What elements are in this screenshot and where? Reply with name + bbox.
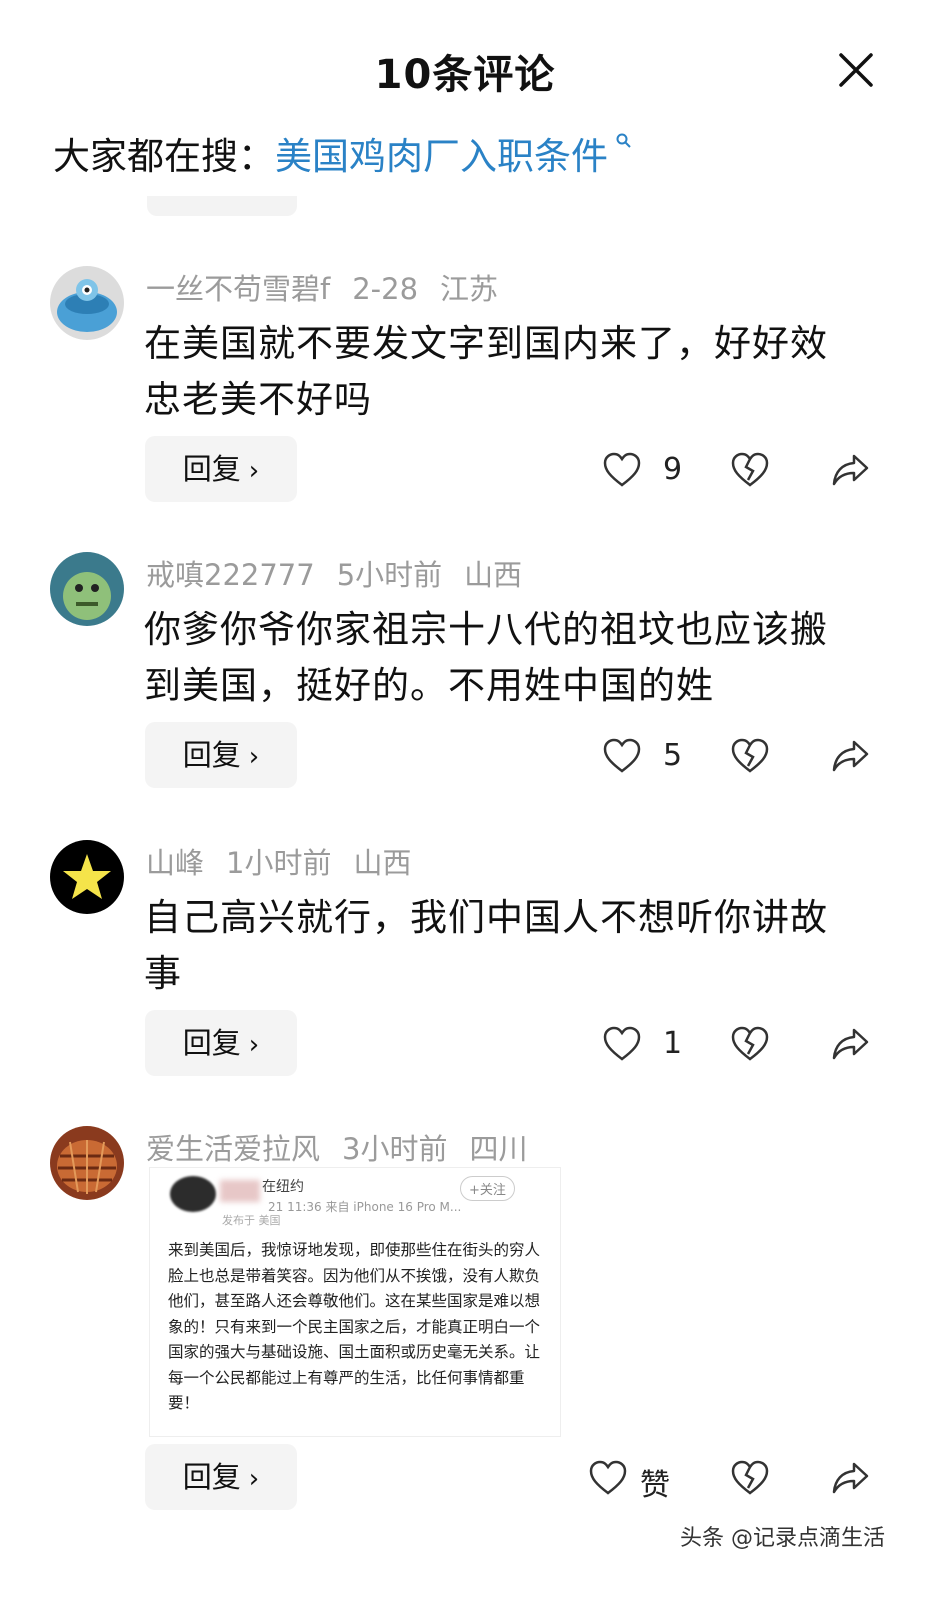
embedded-avatar — [170, 1176, 216, 1212]
username[interactable]: 戒嗔222777 — [146, 558, 315, 592]
comment-text: 在美国就不要发文字到国内来了，好好效忠老美不好吗 — [144, 322, 828, 421]
heart-icon[interactable] — [602, 1024, 642, 1064]
heart-icon[interactable] — [602, 450, 642, 490]
chevron-right-icon: › — [248, 456, 260, 486]
broken-heart-icon[interactable] — [730, 736, 770, 776]
comment-time: 3小时前 — [342, 1132, 448, 1166]
comment-item: 山峰 1小时前 山西 自己高兴就行，我们中国人不想听你讲故事 回复 › 1 — [0, 840, 930, 1080]
trending-search-prefix: 大家都在搜： — [53, 135, 275, 178]
share-icon[interactable] — [830, 1024, 870, 1064]
previous-reply-button-edge — [147, 196, 297, 216]
embedded-follow-button: +关注 — [460, 1176, 515, 1201]
avatar[interactable] — [50, 552, 124, 626]
embedded-location: 发布于 美国 — [222, 1214, 281, 1227]
share-icon[interactable] — [830, 450, 870, 490]
search-icon — [610, 132, 632, 156]
embedded-time-device: 21 11:36 来自 iPhone 16 Pro M... — [268, 1200, 462, 1214]
comment-region: 山西 — [353, 846, 412, 880]
reply-button[interactable]: 回复 › — [145, 722, 297, 788]
comment-time: 2-28 — [352, 272, 419, 306]
chevron-right-icon: › — [248, 1030, 260, 1060]
embedded-username: 在纽约 — [262, 1179, 304, 1195]
like-count: 1 — [663, 1026, 683, 1061]
comment-meta: 山峰 1小时前 山西 — [146, 840, 433, 882]
share-icon[interactable] — [830, 1458, 870, 1498]
comment-meta: 一丝不苟雪碧f 2-28 江苏 — [146, 266, 520, 308]
embedded-post-text: 来到美国后，我惊讶地发现，即使那些住在街头的穷人脸上也总是带着笑容。因为他们从不… — [168, 1241, 541, 1412]
reply-button[interactable]: 回复 › — [145, 1010, 297, 1076]
comment-item: 一丝不苟雪碧f 2-28 江苏 在美国就不要发文字到国内来了，好好效忠老美不好吗 回… — [0, 266, 930, 506]
comment-region: 江苏 — [440, 272, 499, 306]
trending-search[interactable]: 大家都在搜：美国鸡肉厂入职条件 — [53, 126, 632, 180]
avatar[interactable] — [50, 1126, 124, 1200]
broken-heart-icon[interactable] — [730, 1024, 770, 1064]
username[interactable]: 爱生活爱拉风 — [146, 1132, 320, 1166]
comment-region: 四川 — [469, 1132, 528, 1166]
chevron-right-icon: › — [248, 742, 260, 772]
comment-text: 你爹你爷你家祖宗十八代的祖坟也应该搬到美国，挺好的。不用姓中国的姓 — [144, 608, 828, 707]
share-icon[interactable] — [830, 736, 870, 776]
username[interactable]: 山峰 — [146, 846, 204, 880]
trending-search-keyword[interactable]: 美国鸡肉厂入职条件 — [275, 132, 632, 178]
comment-meta: 爱生活爱拉风 3小时前 四川 — [146, 1126, 549, 1168]
comment-actions: 回复 › 1 — [0, 1010, 930, 1078]
comment-image[interactable]: 在纽约 21 11:36 来自 iPhone 16 Pro M... 发布于 美… — [150, 1168, 560, 1436]
like-count: 9 — [663, 452, 683, 487]
page-title: 10条评论 — [374, 52, 556, 98]
reply-button[interactable]: 回复 › — [145, 1444, 297, 1510]
comment-meta: 戒嗔222777 5小时前 山西 — [146, 552, 544, 594]
comment-time: 1小时前 — [226, 846, 332, 880]
comment-item: 戒嗔222777 5小时前 山西 你爹你爷你家祖宗十八代的祖坟也应该搬到美国，挺好的… — [0, 552, 930, 792]
comment-time: 5小时前 — [336, 558, 443, 592]
username[interactable]: 一丝不苟雪碧f — [146, 272, 330, 306]
comment-actions: 回复 › 赞 — [0, 1444, 930, 1512]
heart-icon[interactable] — [602, 736, 642, 776]
close-icon[interactable] — [838, 52, 874, 88]
heart-icon[interactable] — [588, 1458, 628, 1498]
chevron-right-icon: › — [248, 1464, 260, 1494]
avatar[interactable] — [50, 840, 124, 914]
like-label: 赞 — [640, 1468, 670, 1503]
embedded-post-header: 在纽约 21 11:36 来自 iPhone 16 Pro M... 发布于 美… — [150, 1168, 560, 1228]
broken-heart-icon[interactable] — [730, 450, 770, 490]
like-count: 5 — [663, 738, 683, 773]
broken-heart-icon[interactable] — [730, 1458, 770, 1498]
avatar[interactable] — [50, 266, 124, 340]
comment-actions: 回复 › 5 — [0, 722, 930, 790]
blurred-name — [220, 1180, 260, 1202]
comment-text: 自己高兴就行，我们中国人不想听你讲故事 — [144, 896, 828, 995]
comments-header: 10条评论 — [0, 0, 930, 130]
watermark: 头条 @记录点滴生活 — [680, 1526, 885, 1551]
reply-button[interactable]: 回复 › — [145, 436, 297, 502]
comment-region: 山西 — [464, 558, 523, 592]
comment-actions: 回复 › 9 — [0, 436, 930, 504]
comment-item: 爱生活爱拉风 3小时前 四川 在纽约 21 11:36 来自 iPhone 16 P… — [0, 1126, 930, 1516]
